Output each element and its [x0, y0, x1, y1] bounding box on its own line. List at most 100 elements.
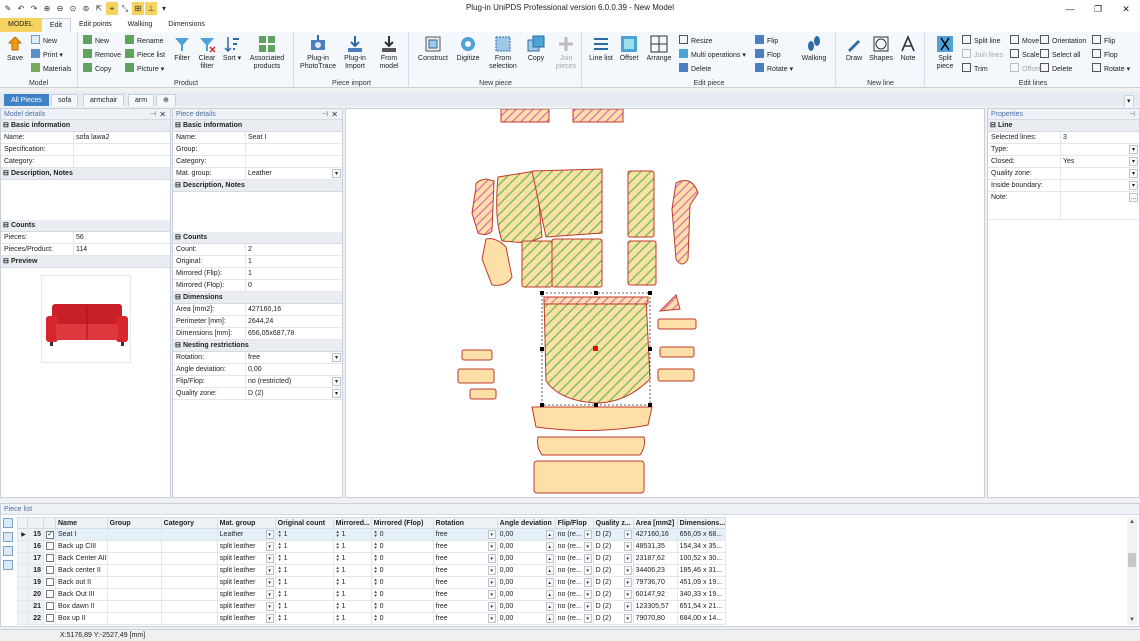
cell-category[interactable] [160, 540, 218, 553]
select-all-button[interactable]: Select all [1040, 49, 1080, 61]
spinner-icon[interactable]: ▴ ▾ [335, 554, 341, 563]
col-mirrored-flip[interactable]: Mirrored... [332, 517, 372, 529]
join-pieces-button[interactable]: Join pieces [552, 35, 580, 71]
cell-mat-group[interactable]: split leather ▾ [216, 552, 276, 565]
cell-original-count[interactable]: ▴ ▾ 1 [274, 600, 334, 613]
chevron-down-icon[interactable]: ▾ [623, 590, 632, 599]
cell-category[interactable] [160, 612, 218, 625]
rename-button[interactable]: Rename [125, 35, 163, 47]
chevron-down-icon[interactable]: ▾ [623, 530, 632, 539]
cell-rotation[interactable]: free ▾ [432, 612, 498, 625]
chevron-down-icon[interactable]: ▾ [487, 578, 496, 587]
collapse-icon[interactable]: ⊟ [175, 180, 183, 192]
walking-button[interactable]: Walking [797, 35, 831, 63]
table-row[interactable]: 20 Back Out III split leather ▾ ▴ ▾ 1 ▴ ▾ 1 ▴ ▾ 0 fre… [17, 588, 727, 601]
cell-mat-group[interactable]: split leather ▾ [216, 576, 276, 589]
cell-name[interactable]: Box up II [55, 612, 108, 625]
cell-flip-flop[interactable]: no (re... ▾ [554, 612, 594, 625]
row-checkbox[interactable] [43, 564, 56, 577]
spinner-icon[interactable]: ▴ [545, 578, 554, 587]
cell-quality-zone[interactable]: D (2) ▾ [592, 588, 634, 601]
cell-flip-flop[interactable]: no (re... ▾ [554, 540, 594, 553]
checkbox-icon[interactable] [46, 542, 54, 550]
table-row[interactable]: 19 Back out II split leather ▾ ▴ ▾ 1 ▴ ▾ 1 ▴ ▾ 0 free… [17, 576, 727, 589]
cell-mirrored-flip[interactable]: ▴ ▾ 1 [332, 564, 372, 577]
chevron-down-icon[interactable]: ▾ [265, 614, 274, 623]
cell-original-count[interactable]: ▴ ▾ 1 [274, 612, 334, 625]
spinner-icon[interactable]: ▴ ▾ [335, 614, 341, 623]
more-icon[interactable]: … [1129, 193, 1138, 202]
cell-mirrored-flip[interactable]: ▴ ▾ 1 [332, 588, 372, 601]
cell-mirrored-flop[interactable]: ▴ ▾ 0 [370, 528, 434, 541]
col-mat-group[interactable]: Mat. group [216, 517, 276, 529]
print-button[interactable]: Print ▾ [31, 49, 63, 61]
cell-mirrored-flip[interactable]: ▴ ▾ 1 [332, 576, 372, 589]
chevron-down-icon[interactable]: ▾ [487, 554, 496, 563]
cell-flip-flop[interactable]: no (re... ▾ [554, 564, 594, 577]
col-category[interactable]: Category [160, 517, 218, 529]
row-checkbox[interactable] [43, 600, 56, 613]
cell-quality-zone[interactable]: D (2) ▾ [592, 576, 634, 589]
arrange-button[interactable]: Arrange [643, 35, 675, 63]
cell-group[interactable] [106, 576, 162, 589]
cell-mirrored-flop[interactable]: ▴ ▾ 0 [370, 576, 434, 589]
clear-filter-button[interactable]: Clear filter [195, 35, 219, 71]
rotate-piece-button[interactable]: Rotate ▾ [755, 63, 793, 75]
cell-angle-deviation[interactable]: 0,00 ▴ [496, 564, 556, 577]
join-lines-button[interactable]: Join lines [962, 49, 1003, 61]
spinner-icon[interactable]: ▴ [545, 530, 554, 539]
cell-rotation[interactable]: free ▾ [432, 552, 498, 565]
digitize-button[interactable]: Digitize [452, 35, 484, 63]
picture-button[interactable]: Picture ▾ [125, 63, 164, 75]
section-basic-information[interactable]: ⊟ Basic information [1, 120, 170, 132]
chevron-down-icon[interactable]: ▾ [265, 530, 274, 539]
cell-flip-flop[interactable]: no (re... ▾ [554, 600, 594, 613]
collapse-icon[interactable]: ⊟ [175, 232, 183, 244]
cell-mirrored-flop[interactable]: ▴ ▾ 0 [370, 564, 434, 577]
drawing-canvas[interactable] [345, 108, 985, 498]
cell-quality-zone[interactable]: D (2) ▾ [592, 528, 634, 541]
cell-quality-zone[interactable]: D (2) ▾ [592, 600, 634, 613]
trim-button[interactable]: Trim [962, 63, 988, 75]
cell-original-count[interactable]: ▴ ▾ 1 [274, 540, 334, 553]
remove-product-button[interactable]: Remove [83, 49, 121, 61]
cell-flip-flop[interactable]: no (re... ▾ [554, 588, 594, 601]
cell-category[interactable] [160, 528, 218, 541]
spinner-icon[interactable]: ▴ ▾ [277, 554, 283, 563]
from-selection-button[interactable]: From selection [486, 35, 520, 71]
spinner-icon[interactable]: ▴ ▾ [373, 578, 379, 587]
pin-icon[interactable]: ⊣ [150, 109, 156, 120]
cell-mat-group[interactable]: Leather ▾ [216, 528, 276, 541]
shapes-button[interactable]: Shapes [867, 35, 895, 63]
chevron-down-icon[interactable]: ▾ [1129, 169, 1138, 178]
scroll-down-icon[interactable]: ▼ [1127, 615, 1137, 625]
cell-original-count[interactable]: ▴ ▾ 1 [274, 528, 334, 541]
spinner-icon[interactable]: ▴ ▾ [335, 566, 341, 575]
spinner-icon[interactable]: ▴ ▾ [335, 542, 341, 551]
spinner-icon[interactable]: ▴ [545, 590, 554, 599]
tab-sofa[interactable]: sofa [51, 94, 79, 106]
delete-piece-button[interactable]: Delete [679, 63, 711, 75]
spinner-icon[interactable]: ▴ ▾ [373, 554, 379, 563]
checkbox-icon[interactable] [46, 554, 54, 562]
collapse-icon[interactable]: ⊟ [3, 256, 11, 268]
phototrace-button[interactable]: Plug-in PhotoTrace [299, 35, 337, 71]
section-description-notes[interactable]: ⊟ Description, Notes [1, 168, 170, 180]
associated-products-button[interactable]: Associated products [245, 35, 289, 71]
spinner-icon[interactable]: ▴ [545, 614, 554, 623]
offset-line-button[interactable]: Offset [1010, 63, 1041, 75]
tab-arm[interactable]: arm [128, 94, 155, 106]
flip-line-button[interactable]: Flip [1092, 35, 1115, 47]
spinner-icon[interactable]: ▴ [545, 602, 554, 611]
chevron-down-icon[interactable]: ▾ [583, 530, 592, 539]
checkbox-icon[interactable] [46, 602, 54, 610]
chevron-down-icon[interactable]: ▾ [623, 542, 632, 551]
section-counts[interactable]: ⊟ Counts [173, 232, 342, 244]
spinner-icon[interactable]: ▴ ▾ [277, 614, 283, 623]
cell-original-count[interactable]: ▴ ▾ 1 [274, 576, 334, 589]
filter-button[interactable]: Filter [171, 35, 193, 63]
checkbox-icon[interactable]: ✓ [46, 531, 54, 539]
col-mirrored-flop[interactable]: Mirrored (Flop) [370, 517, 434, 529]
table-row[interactable]: ▶ 15 ✓ Seat I Leather ▾ ▴ ▾ 1 ▴ ▾ 1 ▴ ▾ 0 free ▾ 0,00 ▴ no … [17, 528, 727, 541]
cell-mirrored-flop[interactable]: ▴ ▾ 0 [370, 600, 434, 613]
